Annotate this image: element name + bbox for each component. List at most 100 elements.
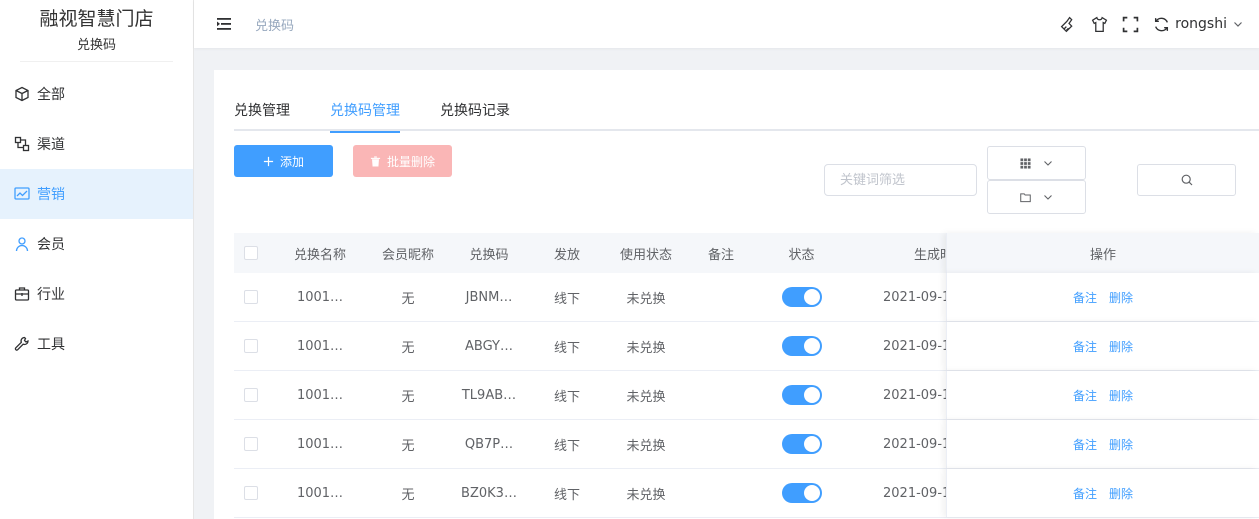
sidebar-item-all[interactable]: 全部	[0, 69, 193, 119]
note-link[interactable]: 备注	[1073, 289, 1097, 306]
cell-issue: 线下	[553, 389, 580, 405]
cell-issue: 线下	[553, 291, 580, 307]
sidebar-item-label: 工具	[37, 337, 65, 353]
col-header: 操作	[946, 233, 1259, 273]
cell-code: BZ0K3…	[461, 485, 517, 501]
chart-icon	[14, 186, 30, 202]
delete-link[interactable]: 删除	[1109, 289, 1133, 306]
plus-icon	[263, 156, 274, 167]
row-checkbox[interactable]	[244, 290, 258, 304]
codes-table: 兑换名称 会员昵称 兑换码 发放 使用状态 备注 状态 生成时间 操作 1001…	[234, 233, 1259, 518]
status-toggle[interactable]	[781, 385, 822, 405]
tab-exchange-manage[interactable]: 兑换管理	[234, 94, 290, 131]
select-all-checkbox[interactable]	[244, 246, 258, 260]
cell-use-status: 未兑换	[626, 487, 666, 503]
brand-title: 融视智慧门店	[39, 8, 154, 30]
main-panel: 兑换管理 兑换码管理 兑换码记录 添加 批量删除 兑换名称 会员昵称 兑换码 发…	[214, 70, 1259, 519]
sidebar-item-industry[interactable]: 行业	[0, 269, 193, 319]
sidebar-item-label: 营销	[37, 187, 65, 203]
cell-status	[750, 483, 853, 503]
delete-link[interactable]: 删除	[1109, 485, 1133, 502]
sidebar: 融视智慧门店 兑换码 全部 渠道 营销 会员 行业 工具	[0, 0, 194, 519]
user-menu[interactable]: rongshi	[1175, 16, 1243, 32]
briefcase-icon	[14, 286, 30, 302]
header-actions: rongshi	[1047, 0, 1259, 48]
table-row: 1001… 无 BZ0K3… 线下 未兑换 2021-09-15 11 备注 删…	[234, 469, 1259, 518]
brand: 融视智慧门店 兑换码	[20, 0, 173, 62]
cell-status	[750, 434, 853, 454]
note-link[interactable]: 备注	[1073, 436, 1097, 453]
clear-cache-icon[interactable]	[1058, 14, 1078, 34]
sidebar-item-channel[interactable]: 渠道	[0, 119, 193, 169]
status-toggle[interactable]	[781, 434, 822, 454]
sidebar-item-label: 渠道	[37, 137, 65, 153]
cell-use-status: 未兑换	[626, 438, 666, 454]
tab-code-records[interactable]: 兑换码记录	[440, 94, 510, 131]
export-select[interactable]	[987, 180, 1086, 214]
add-button[interactable]: 添加	[234, 145, 333, 177]
note-link[interactable]: 备注	[1073, 338, 1097, 355]
col-header: 状态	[788, 247, 815, 263]
row-checkbox[interactable]	[244, 437, 258, 451]
search-button[interactable]	[1137, 164, 1236, 196]
col-header: 兑换名称	[293, 247, 346, 263]
cell-use-status: 未兑换	[626, 389, 666, 405]
cell-nickname: 无	[401, 389, 415, 405]
col-header: 备注	[707, 247, 734, 263]
status-toggle[interactable]	[781, 287, 822, 307]
search-icon	[1181, 174, 1192, 186]
table-row: 1001… 无 QB7P… 线下 未兑换 2021-09-15 11 备注 删除	[234, 420, 1259, 469]
sidebar-item-label: 会员	[37, 237, 65, 253]
cell-ops: 备注 删除	[946, 420, 1259, 468]
refresh-icon[interactable]	[1151, 14, 1171, 34]
cell-name: 1001…	[296, 289, 344, 305]
tab-bar: 兑换管理 兑换码管理 兑换码记录	[234, 94, 1259, 133]
row-check-cell	[234, 437, 268, 451]
table-row: 1001… 无 ABGY… 线下 未兑换 2021-09-15 11 备注 删除	[234, 322, 1259, 371]
row-checkbox[interactable]	[244, 339, 258, 353]
cell-ops: 备注 删除	[946, 469, 1259, 517]
col-header: 兑换码	[469, 247, 509, 263]
sidebar-item-member[interactable]: 会员	[0, 219, 193, 269]
add-button-label: 添加	[279, 154, 304, 169]
cell-status	[750, 385, 853, 405]
note-link[interactable]: 备注	[1073, 387, 1097, 404]
delete-link[interactable]: 删除	[1109, 338, 1133, 355]
status-toggle[interactable]	[781, 483, 822, 503]
delete-link[interactable]: 删除	[1109, 387, 1133, 404]
cell-status	[750, 336, 853, 356]
select-all-cell	[234, 246, 268, 260]
menu-toggle-icon[interactable]	[214, 14, 234, 34]
table-row: 1001… 无 TL9AB… 线下 未兑换 2021-09-15 11 备注 删…	[234, 371, 1259, 420]
column-layout-select[interactable]	[987, 146, 1086, 180]
cell-code: TL9AB…	[461, 387, 517, 403]
cell-issue: 线下	[553, 487, 580, 503]
cell-name: 1001…	[296, 338, 344, 354]
username-label: rongshi	[1175, 16, 1227, 32]
chevron-down-icon	[1234, 22, 1242, 27]
cell-issue: 线下	[553, 340, 580, 356]
row-check-cell	[234, 388, 268, 402]
breadcrumb: 兑换码	[255, 18, 295, 34]
note-link[interactable]: 备注	[1073, 485, 1097, 502]
tab-code-manage[interactable]: 兑换码管理	[330, 94, 400, 133]
status-toggle[interactable]	[781, 336, 822, 356]
batch-delete-button[interactable]: 批量删除	[353, 145, 452, 177]
sidebar-item-tools[interactable]: 工具	[0, 319, 193, 369]
cell-code: ABGY…	[465, 338, 513, 354]
row-checkbox[interactable]	[244, 486, 258, 500]
channel-icon	[14, 136, 30, 152]
fullscreen-icon[interactable]	[1120, 14, 1140, 34]
sidebar-item-marketing[interactable]: 营销	[0, 169, 193, 219]
theme-shirt-icon[interactable]	[1089, 14, 1109, 34]
brand-subtitle: 兑换码	[76, 38, 116, 53]
cell-issue: 线下	[553, 438, 580, 454]
grid-icon	[1020, 157, 1031, 169]
folder-icon	[1020, 192, 1031, 202]
delete-link[interactable]: 删除	[1109, 436, 1133, 453]
cell-ops: 备注 删除	[946, 371, 1259, 419]
row-checkbox[interactable]	[244, 388, 258, 402]
col-header: 使用状态	[619, 247, 672, 263]
row-check-cell	[234, 290, 268, 304]
keyword-filter-input[interactable]	[824, 164, 977, 196]
